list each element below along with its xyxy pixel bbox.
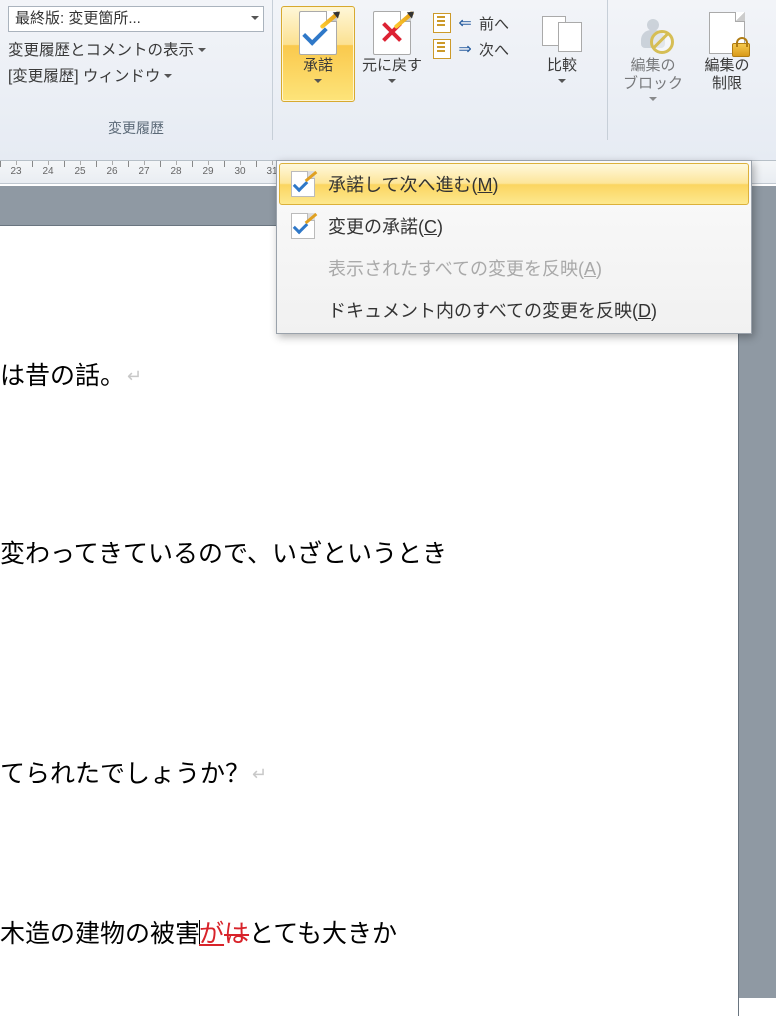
arrow-left-icon: ⇐ (455, 13, 475, 33)
accept-menu-item-3[interactable]: ドキュメント内のすべての変更を反映(D) (279, 289, 749, 331)
chevron-down-icon (649, 97, 657, 105)
accept-item-icon (288, 297, 318, 323)
next-change-button[interactable]: ⇒ 次へ (433, 36, 509, 62)
restrict-icon (705, 11, 749, 55)
compare-button[interactable]: 比較 (525, 6, 599, 102)
previous-change-button[interactable]: ⇐ 前へ (433, 10, 509, 36)
chevron-down-icon (314, 79, 322, 87)
restrict-label: 編集の制限 (705, 57, 750, 93)
doc-line-3: てられたでしょうか？↵ (0, 754, 267, 790)
page-icon (433, 39, 451, 59)
accept-item-icon (288, 213, 318, 239)
tracked-deletion: は (224, 921, 249, 948)
accept-dropdown-menu: 承諾して次へ進む(M) 変更の承諾(C) 表示されたすべての変更を反映(A) ドキュメ… (276, 160, 752, 334)
doc-line-2: 変わってきているので、いざというとき (0, 534, 447, 570)
reject-label: 元に戻す (362, 57, 422, 75)
accept-icon (296, 11, 340, 55)
menu-item-label: 承諾して次へ進む(M) (328, 171, 498, 197)
arrow-right-icon: ⇒ (455, 39, 475, 59)
accept-item-icon (288, 255, 318, 281)
show-markup-menu[interactable]: 変更履歴とコメントの表示 (8, 36, 264, 62)
accept-split-button[interactable]: 承諾 (281, 6, 355, 102)
block-label: 編集のブロック (623, 57, 683, 93)
reject-split-button[interactable]: 元に戻す (355, 6, 429, 102)
pilcrow-icon: ↵ (127, 366, 142, 386)
group-tracking: 最終版: 変更箇所... 変更履歴とコメントの表示 [変更履歴] ウィンドウ 変… (0, 0, 273, 140)
block-authors-icon (631, 11, 675, 55)
display-for-review-combo[interactable]: 最終版: 変更箇所... (8, 6, 264, 32)
menu-item-label: ドキュメント内のすべての変更を反映(D) (328, 297, 657, 323)
menu-item-label: 変更の承諾(C) (328, 213, 443, 239)
accept-label: 承諾 (303, 57, 333, 75)
document-page[interactable]: は昔の話。↵ 変わってきているので、いざというとき てられたでしょうか？↵ 木造… (0, 226, 738, 1016)
chevron-down-icon (558, 79, 566, 87)
accept-item-icon (288, 171, 318, 197)
doc-line-4: 木造の建物の被害がはとても大きか (0, 914, 397, 950)
page-icon (433, 13, 451, 33)
lock-icon (732, 43, 750, 57)
pilcrow-icon: ↵ (252, 764, 267, 784)
chevron-down-icon (388, 79, 396, 87)
compare-icon (540, 11, 584, 55)
reject-icon (370, 11, 414, 55)
accept-menu-item-0[interactable]: 承諾して次へ進む(M) (279, 163, 749, 205)
accept-menu-item-1[interactable]: 変更の承諾(C) (279, 205, 749, 247)
doc-line-1: は昔の話。↵ (0, 356, 142, 392)
menu-item-label: 表示されたすべての変更を反映(A) (328, 255, 602, 281)
group-label-tracking: 変更履歴 (0, 118, 272, 138)
compare-label: 比較 (547, 57, 577, 75)
tracked-insertion: が (199, 921, 224, 948)
protect-group: 編集のブロック 編集の制限 (608, 0, 772, 140)
compare-group: 比較 (517, 0, 608, 140)
changes-group: 承諾 元に戻す ⇐ 前へ (273, 0, 517, 140)
ribbon: 最終版: 変更箇所... 変更履歴とコメントの表示 [変更履歴] ウィンドウ 変… (0, 0, 776, 161)
accept-menu-item-2: 表示されたすべての変更を反映(A) (279, 247, 749, 289)
reviewing-pane-menu[interactable]: [変更履歴] ウィンドウ (8, 62, 264, 88)
block-authors-button[interactable]: 編集のブロック (616, 6, 690, 120)
restrict-editing-button[interactable]: 編集の制限 (690, 6, 764, 120)
